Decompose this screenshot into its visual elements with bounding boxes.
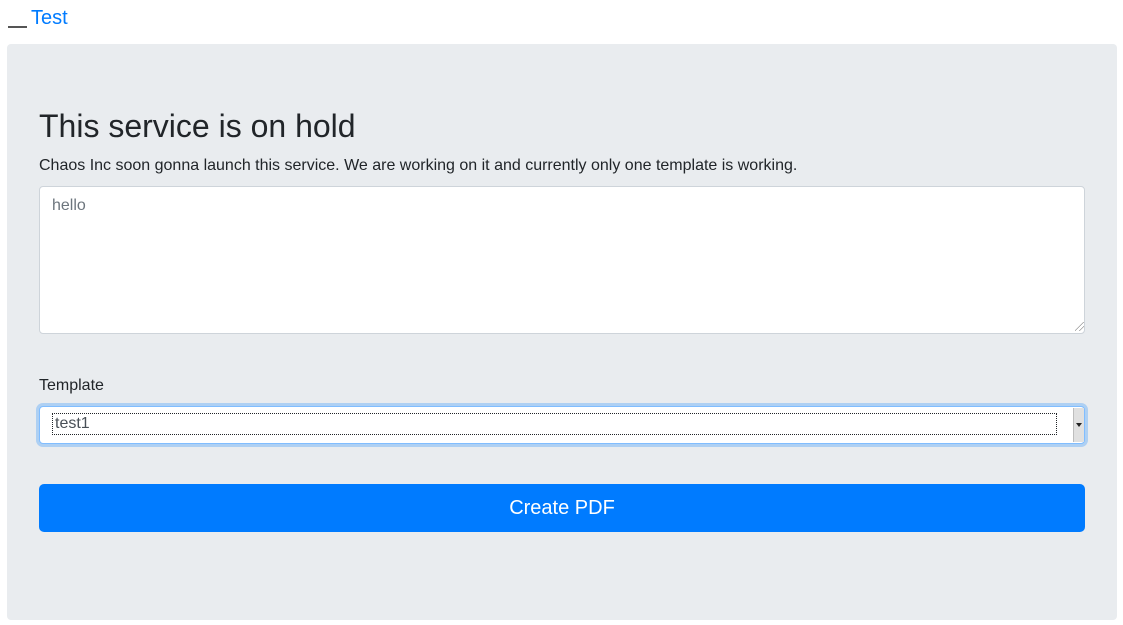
service-description: Chaos Inc soon gonna launch this service…	[39, 157, 798, 174]
content-textarea[interactable]	[39, 186, 1085, 334]
top-nav: Test	[8, 4, 68, 32]
dropdown-arrow-icon[interactable]	[1073, 408, 1084, 442]
service-panel: This service is on hold Chaos Inc soon g…	[7, 44, 1117, 620]
brand-link[interactable]: Test	[31, 6, 68, 30]
template-selected-value: test1	[52, 413, 1057, 435]
broken-image-icon	[8, 8, 27, 28]
template-label: Template	[39, 377, 104, 394]
page-title: This service is on hold	[39, 108, 356, 144]
create-pdf-button[interactable]: Create PDF	[39, 484, 1085, 532]
template-select[interactable]: test1	[39, 406, 1085, 444]
resize-grip-icon[interactable]	[1075, 322, 1084, 331]
